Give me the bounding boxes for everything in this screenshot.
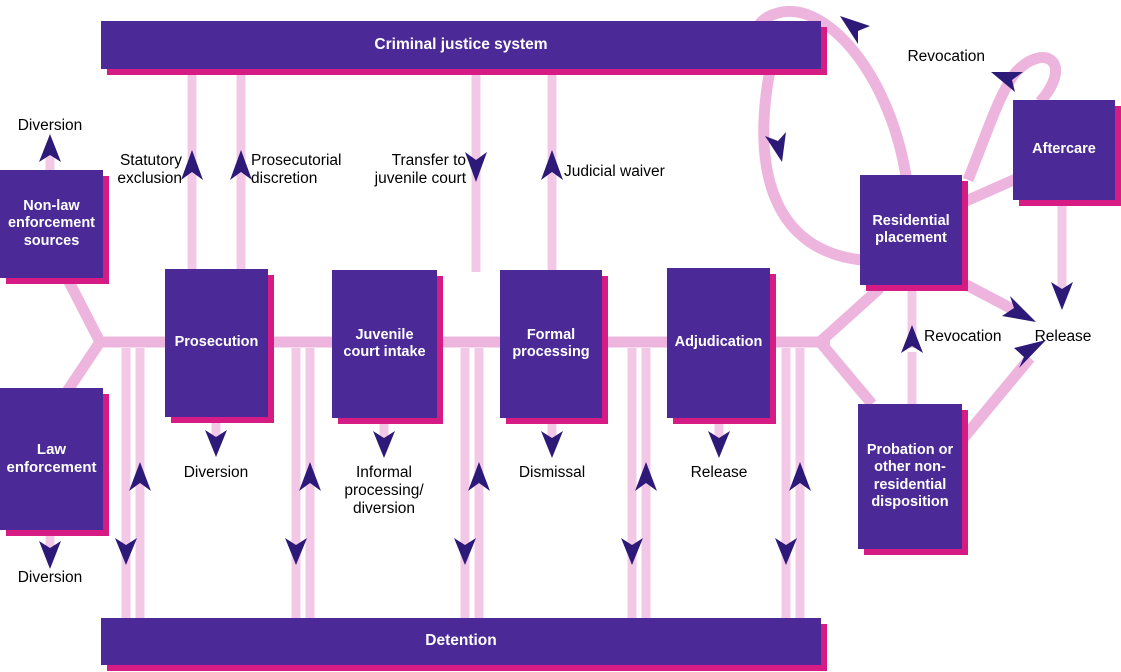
probation-revocation-arrow-icon [901,325,923,353]
aftercare-release-arrow-icon [1051,282,1073,310]
aftercare-revocation-arrow-icon [991,72,1023,92]
detention-down-arrow-icon-4 [621,538,643,565]
revocation-aftercare-label: Revocation [907,48,985,65]
cjs-to-residential-arrow-icon [765,132,786,162]
prosecutorial-discretion-arrow-icon [230,150,252,180]
judicial-waiver-arrow-icon [541,150,563,180]
nonlaw-diversion-arrow-icon [39,134,61,162]
detention-down-arrow-icon-1 [115,538,137,565]
residential-to-cjs-arrow-icon [840,16,870,44]
intake-informal-arrow-icon [373,431,395,458]
detention-down-arrow-icon-2 [285,538,307,565]
detention-up-arrow-icon-2 [299,462,321,491]
judicial-waiver-label: Judicial waiver [564,163,665,180]
release-residential-label: Release [1034,328,1092,345]
lawenf-diversion-arrow-icon [39,541,61,569]
dismissal-label: Dismissal [518,464,586,481]
detention-up-arrow-icon-4 [635,462,657,491]
transfer-to-juvenile-court-label: Transfer to juvenile court [374,152,466,187]
formal-dismissal-arrow-icon [541,431,563,458]
detention-down-arrow-icon-5 [775,538,797,565]
diversion-prosecution-label: Diversion [183,464,249,481]
detention-up-arrow-icon-1 [129,462,151,491]
diversion-non-law-label: Diversion [17,117,83,134]
release-adjudication-label: Release [690,464,748,481]
diversion-law-enforcement-label: Diversion [17,569,83,586]
statutory-exclusion-label: Statutory exclusion [117,152,182,187]
detention-up-arrow-icon-3 [468,462,490,491]
adjudication-release-arrow-icon [708,431,730,458]
transfer-to-juvenile-court-arrow-icon [465,152,487,182]
detention-down-arrow-icon-3 [454,538,476,565]
informal-processing-diversion-label: Informal processing/ diversion [344,464,424,517]
prosecution-diversion-arrow-icon [205,430,227,457]
statutory-exclusion-arrow-icon [181,150,203,180]
detention-up-arrow-icon-5 [789,462,811,491]
juvenile-justice-flow-diagram: Criminal justice system Non-law enforcem… [0,0,1121,672]
residential-release-arrow-icon [1002,296,1036,322]
